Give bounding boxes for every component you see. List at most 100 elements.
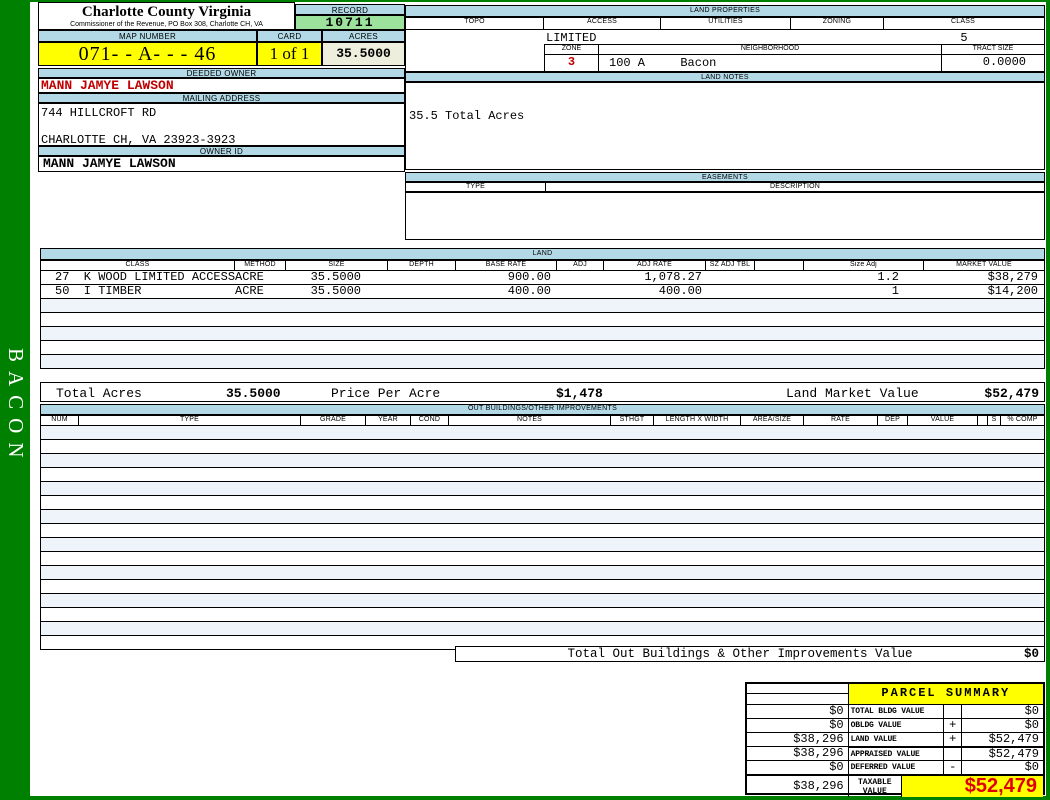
land-cell: ACRE [235, 271, 286, 284]
empty-table-row [41, 608, 1044, 622]
empty-table-row [41, 468, 1044, 482]
record-label: RECORD [295, 4, 405, 15]
column-header: CLASS [41, 261, 235, 270]
subtitle: Commissioner of the Revenue, PO Box 308,… [39, 21, 294, 29]
ob-column-header: GRADE [301, 416, 366, 425]
land-notes-header: LAND NOTES [405, 72, 1045, 82]
mailing-address-box: 744 HILLCROFT RD CHARLOTTE CH, VA 23923-… [38, 103, 405, 146]
empty-table-row [41, 510, 1044, 524]
empty-table-row [41, 440, 1044, 454]
neighborhood-label: NEIGHBORHOOD [599, 45, 942, 54]
address-line-2: CHARLOTTE CH, VA 23923-3923 [39, 120, 404, 146]
column-header-topo: TOPO [406, 18, 544, 29]
ob-column-header: DEP [878, 416, 908, 425]
ob-empty-rows [40, 426, 1045, 650]
empty-table-row [41, 566, 1044, 580]
ps-label: OBLDG VALUE [849, 718, 945, 732]
column-header: METHOD [235, 261, 286, 270]
land-cell [706, 271, 755, 284]
easement-type-header: TYPE [406, 183, 546, 191]
ob-column-header [978, 416, 988, 425]
easement-description-header: DESCRIPTION [546, 183, 1044, 191]
ps-row: $38,296 APPRAISED VALUE $52,479 [747, 746, 1043, 760]
card-label: CARD [257, 30, 322, 42]
empty-table-row [41, 524, 1044, 538]
land-cell [706, 285, 755, 298]
mailing-address-label: MAILING ADDRESS [38, 93, 405, 103]
owner-id-label: OWNER ID [38, 146, 405, 156]
easements-box [405, 192, 1045, 240]
empty-table-row [41, 622, 1044, 636]
empty-table-row [41, 552, 1044, 566]
ps-value: $0 [962, 718, 1043, 732]
ob-column-header: TYPE [79, 416, 301, 425]
ob-column-header: NOTES [449, 416, 611, 425]
owner-id-value: MANN JAMYE LAWSON [38, 156, 405, 172]
land-cell [557, 285, 604, 298]
empty-table-row [41, 482, 1044, 496]
parcel-summary-title: PARCEL SUMMARY [849, 684, 1043, 704]
land-empty-rows [41, 299, 1044, 369]
app-title: Charlotte County Virginia [39, 4, 294, 21]
column-header-utilities: UTILITIES [661, 18, 791, 29]
land-cell: 1 [804, 285, 924, 298]
property-record-page: BACON Charlotte County Virginia Commissi… [0, 0, 1050, 800]
empty-table-row [41, 426, 1044, 440]
ob-column-header: VALUE [908, 416, 978, 425]
ps-operator: + [944, 718, 962, 732]
neighborhood-name: Bacon [680, 56, 716, 70]
land-cell [388, 285, 456, 298]
record-value: 10711 [295, 15, 405, 30]
ob-column-header: S [988, 416, 1001, 425]
ps-left-value: $38,296 [747, 746, 849, 760]
card-value: 1 of 1 [257, 42, 322, 66]
tract-size-value: 0.0000 [942, 55, 1044, 71]
ob-column-header: STHGT [611, 416, 654, 425]
out-buildings-section: OUT BUILDINGS/OTHER IMPROVEMENTS NUM TYP… [40, 404, 1045, 650]
land-row: 27 K WOOD LIMITED ACCESS ACRE 35.5000 90… [41, 271, 1044, 285]
ps-left-value: $38,296 [747, 732, 849, 746]
ps-header-left-cell [747, 684, 849, 704]
ps-operator: - [944, 760, 962, 774]
ob-total-label: Total Out Buildings & Other Improvements… [567, 647, 912, 661]
empty-table-row [41, 496, 1044, 510]
deeded-owner-value: MANN JAMYE LAWSON [38, 78, 405, 93]
column-header: DEPTH [388, 261, 456, 270]
empty-table-row [41, 538, 1044, 552]
ps-operator: + [944, 732, 962, 746]
land-properties-section: LAND PROPERTIES TOPO ACCESS UTILITIES ZO… [405, 5, 1045, 68]
ps-row: $0 OBLDG VALUE + $0 [747, 718, 1043, 732]
ob-column-header: LENGTH X WIDTH [654, 416, 741, 425]
column-header-access: ACCESS [544, 18, 661, 29]
taxable-value-label: TAXABLE VALUE [849, 774, 902, 797]
land-note-text: 35.5 Total Acres [406, 83, 1044, 123]
land-cell: $38,279 [924, 271, 1042, 284]
column-header: SIZE [286, 261, 388, 270]
access-value: LIMITED [546, 31, 596, 45]
column-header-class: CLASS [884, 18, 1042, 29]
column-header: SZ ADJ TBL [706, 261, 755, 270]
empty-table-row [41, 580, 1044, 594]
land-properties-values: LIMITED 5 ZONE NEIGHBORHOOD TRACT SIZE 3… [405, 30, 1045, 72]
land-market-value-label: Land Market Value [786, 386, 919, 401]
price-per-acre-value: $1,478 [556, 386, 603, 401]
ps-operator [944, 746, 962, 760]
empty-table-row [41, 594, 1044, 608]
zone-table: ZONE NEIGHBORHOOD TRACT SIZE 3 100 A Bac… [544, 44, 1045, 72]
land-cell: 900.00 [456, 271, 557, 284]
column-header: BASE RATE [456, 261, 557, 270]
empty-table-row [41, 355, 1044, 369]
ps-label: LAND VALUE [849, 732, 945, 746]
taxable-value-amount: $52,479 [902, 774, 1043, 797]
column-header-zoning: ZONING [791, 18, 884, 29]
ps-left-value: $0 [747, 760, 849, 774]
sidebar-neighborhood-text: BACON [3, 348, 28, 518]
easements-header: EASEMENTS [405, 172, 1045, 182]
out-buildings-header: OUT BUILDINGS/OTHER IMPROVEMENTS [40, 404, 1045, 415]
land-cell: ACRE [235, 285, 286, 298]
ps-left-value: $0 [747, 718, 849, 732]
land-row: 50 I TIMBER ACRE 35.5000 400.00 400.00 1… [41, 285, 1044, 299]
column-header: ADJ [557, 261, 604, 270]
price-per-acre-label: Price Per Acre [331, 386, 440, 401]
ps-left-value: $0 [747, 704, 849, 718]
